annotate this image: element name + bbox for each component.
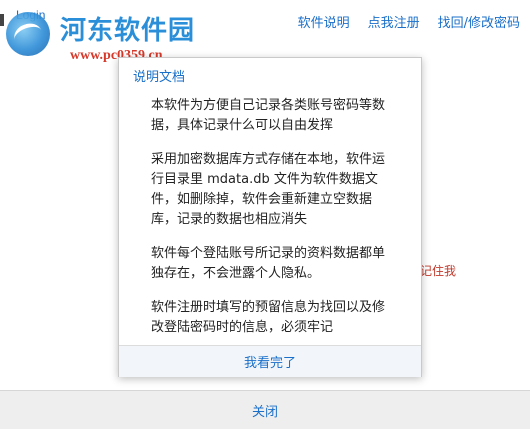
window-edge-glyph [0,14,4,26]
login-tab[interactable]: Login [16,8,45,22]
nav-software-info[interactable]: 软件说明 [298,12,350,31]
bottom-bar: 关闭 [0,390,530,429]
dialog-title: 说明文档 [133,70,186,85]
nav-register[interactable]: 点我注册 [368,12,420,31]
done-reading-button[interactable]: 我看完了 [244,352,296,371]
dialog-footer: 我看完了 [119,345,421,377]
dialog-paragraph: 采用加密数据库方式存储在本地，软件运行目录里 mdata.db 文件为软件数据文… [151,152,386,227]
dialog-paragraph: 本软件为方便自己记录各类账号密码等数据，具体记录什么可以自由发挥 [151,98,386,133]
top-nav: 软件说明 点我注册 找回/修改密码 [298,12,520,31]
close-button[interactable]: 关闭 [252,401,278,420]
watermark-swoosh-icon [11,19,45,51]
dialog-body: 本软件为方便自己记录各类账号密码等数据，具体记录什么可以自由发挥 采用加密数据库… [151,96,391,352]
dialog-paragraph: 软件每个登陆账号所记录的资料数据都单独存在，不会泄露个人隐私。 [151,246,386,281]
remember-me-label: 记住我 [420,264,457,278]
instructions-dialog: 说明文档 本软件为方便自己记录各类账号密码等数据，具体记录什么可以自由发挥 采用… [118,57,422,377]
nav-recover-password[interactable]: 找回/修改密码 [438,12,520,31]
dialog-paragraph: 软件注册时填写的预留信息为找回以及修改登陆密码时的信息，必须牢记 [151,300,386,335]
watermark-name: 河东软件园 [60,16,196,46]
